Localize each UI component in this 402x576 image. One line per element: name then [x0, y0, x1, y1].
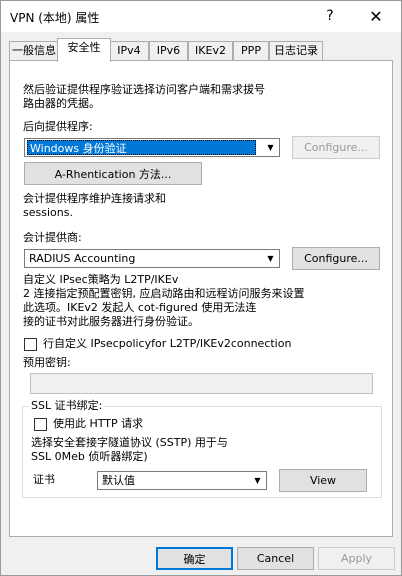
certificate-label: 证书 [33, 473, 55, 486]
tab-general[interactable]: 一般信息 [9, 41, 59, 60]
accounting-description-line1: 会计提供程序维护连接请求和 [23, 192, 166, 205]
tab-security[interactable]: 安全性 [57, 38, 111, 62]
cancel-button[interactable]: Cancel [237, 547, 314, 570]
chevron-down-icon[interactable]: ▼ [249, 472, 266, 489]
ssl-binding-title: SSL 证书绑定: [29, 399, 105, 413]
security-panel: 然后验证提供程序验证选择访问客户端和需求拔号 路由器的凭据。 后向提供程序: W… [9, 60, 393, 537]
chevron-down-icon[interactable]: ▼ [262, 139, 279, 156]
accounting-provider-value: RADIUS Accounting [29, 252, 136, 265]
apply-button[interactable]: Apply [318, 547, 395, 570]
auth-provider-label: 后向提供程序: [23, 120, 93, 133]
close-icon: ✕ [369, 6, 383, 26]
ipsec-description-line1: 自定义 IPsec策略为 L2TP/IKEv [23, 273, 179, 286]
ok-button[interactable]: 确定 [156, 547, 233, 570]
title-bar: VPN (本地) 属性 ? ✕ [1, 1, 401, 32]
tab-ikev2[interactable]: IKEv2 [188, 41, 233, 60]
sstp-description-line2: SSL 0Meb 侦听器绑定) [31, 450, 148, 463]
tab-ppp[interactable]: PPP [233, 41, 269, 60]
preshared-key-input[interactable] [30, 373, 373, 394]
chevron-down-icon[interactable]: ▼ [262, 250, 279, 267]
auth-description-line2: 路由器的凭据。 [23, 97, 100, 110]
help-icon: ? [326, 8, 334, 24]
close-button[interactable]: ✕ [360, 3, 392, 29]
preshared-key-label: 预用密钥: [23, 356, 71, 369]
auth-provider-select[interactable]: Windows 身份验证 ▼ [24, 138, 280, 157]
authentication-methods-button[interactable]: A-Rhentication 方法... [24, 162, 202, 185]
accounting-provider-select[interactable]: RADIUS Accounting ▼ [24, 249, 280, 268]
certificate-select[interactable]: 默认值 ▼ [97, 471, 267, 490]
properties-dialog: VPN (本地) 属性 ? ✕ 一般信息 安全性 IPv4 IPv6 IKEv2… [0, 0, 402, 576]
ipsec-description-line4: 接的证书对此服务器进行身份验证。 [23, 315, 199, 328]
view-certificate-button[interactable]: View [279, 469, 367, 492]
auth-provider-value: Windows 身份验证 [27, 140, 256, 155]
tab-ipv4[interactable]: IPv4 [109, 41, 149, 60]
custom-ipsec-policy-label: 行自定义 IPsecpolicyfor L2TP/IKEv2connection [43, 337, 292, 350]
custom-ipsec-policy-checkbox[interactable] [24, 338, 37, 351]
ipsec-description-line2: 2 连接指定预配置密钥, 应启动路由和远程访问服务来设置 [23, 287, 305, 300]
accounting-provider-label: 会计提供商: [23, 231, 82, 244]
accounting-configure-button[interactable]: Configure... [292, 247, 380, 270]
accounting-description-line2: sessions. [23, 206, 73, 219]
sstp-description-line1: 选择安全套接字隧道协议 (SSTP) 用于与 [31, 436, 228, 449]
help-button[interactable]: ? [314, 3, 346, 29]
window-title: VPN (本地) 属性 [10, 11, 100, 25]
tab-ipv6[interactable]: IPv6 [149, 41, 188, 60]
certificate-value: 默认值 [102, 474, 135, 487]
use-http-checkbox[interactable] [34, 418, 47, 431]
auth-description-line1: 然后验证提供程序验证选择访问客户端和需求拔号 [23, 83, 265, 96]
use-http-label: 使用此 HTTP 请求 [53, 417, 144, 430]
ipsec-description-line3: 此选项。IKEv2 发起人 cot-figured 使用无法连 [23, 301, 257, 314]
auth-configure-button[interactable]: Configure... [292, 136, 380, 159]
tab-logging[interactable]: 日志记录 [269, 41, 323, 60]
